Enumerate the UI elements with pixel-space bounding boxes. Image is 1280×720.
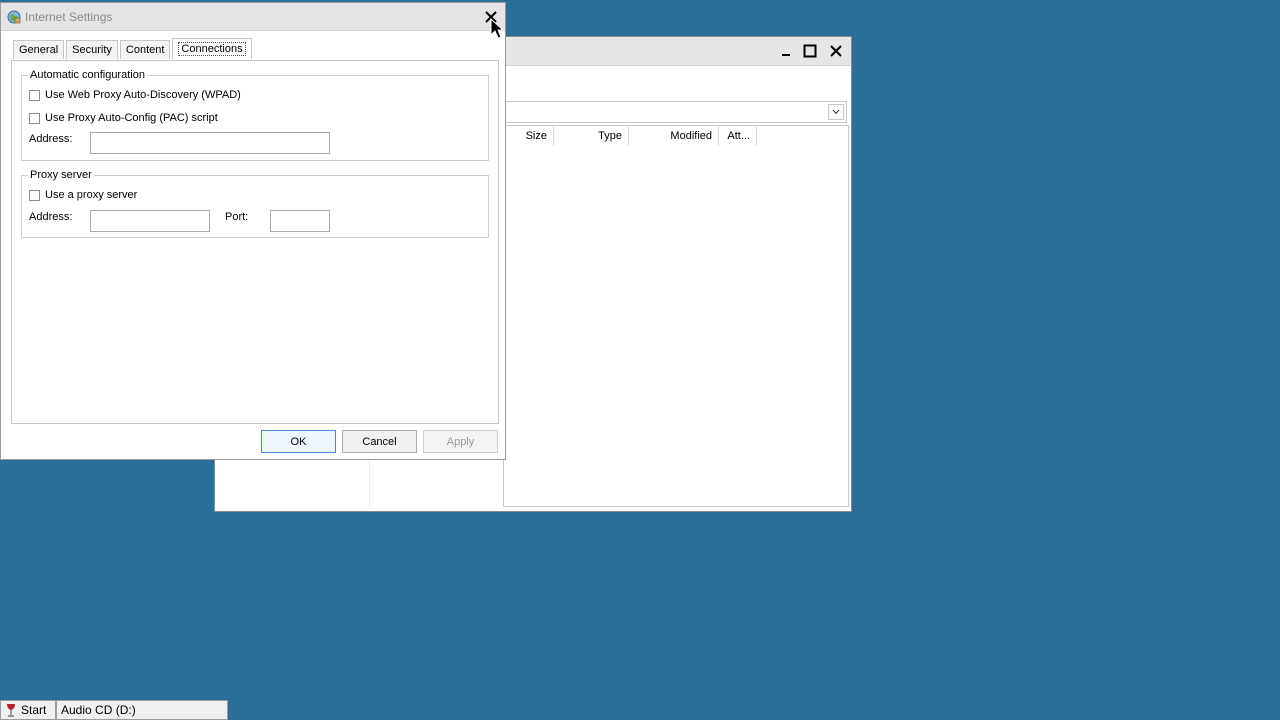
automatic-configuration-group: Automatic configuration Use Web Proxy Au…	[21, 69, 489, 161]
close-button[interactable]	[825, 41, 847, 61]
wpad-label: Use Web Proxy Auto-Discovery (WPAD)	[45, 89, 241, 101]
start-label: Start	[21, 703, 47, 717]
use-proxy-checkbox[interactable]	[29, 189, 40, 201]
proxy-address-input[interactable]	[90, 210, 210, 232]
pac-label: Use Proxy Auto-Config (PAC) script	[45, 112, 218, 124]
tab-general[interactable]: General	[13, 40, 65, 59]
wpad-option[interactable]: Use Web Proxy Auto-Discovery (WPAD)	[29, 89, 241, 101]
taskbar: Start Audio CD (D:)	[0, 700, 1280, 720]
minimize-button[interactable]	[775, 41, 797, 61]
wpad-checkbox[interactable]	[29, 89, 40, 101]
ok-button[interactable]: OK	[261, 430, 336, 453]
column-header-size[interactable]: Size	[504, 126, 554, 146]
pac-checkbox[interactable]	[29, 112, 40, 124]
tab-content-label: Content	[125, 44, 165, 56]
proxy-server-legend: Proxy server	[28, 169, 94, 181]
pac-address-label: Address:	[29, 133, 73, 145]
close-icon	[830, 45, 842, 57]
tab-security-label: Security	[72, 44, 112, 56]
chevron-down-icon	[832, 109, 840, 115]
proxy-address-label: Address:	[29, 211, 73, 223]
file-list-header: Size Type Modified Att...	[504, 126, 848, 146]
address-bar[interactable]	[503, 101, 847, 123]
pac-address-input[interactable]	[90, 132, 330, 154]
wine-glass-icon	[7, 704, 15, 717]
dialog-titlebar[interactable]: Internet Settings	[1, 3, 505, 31]
connections-panel: Automatic configuration Use Web Proxy Au…	[11, 60, 499, 424]
proxy-port-label: Port:	[225, 211, 249, 223]
minimize-icon	[782, 54, 790, 56]
apply-button[interactable]: Apply	[423, 430, 498, 453]
column-header-type[interactable]: Type	[554, 126, 629, 146]
file-list[interactable]: Size Type Modified Att...	[503, 125, 849, 507]
tab-connections[interactable]: Connections	[172, 38, 252, 59]
use-proxy-option[interactable]: Use a proxy server	[29, 189, 137, 201]
column-header-attributes[interactable]: Att...	[719, 126, 757, 146]
mouse-cursor-icon	[490, 18, 504, 39]
tab-connections-label: Connections	[178, 42, 246, 56]
automatic-configuration-legend: Automatic configuration	[28, 69, 147, 81]
internet-settings-dialog[interactable]: Internet Settings General Security Conte…	[0, 2, 506, 460]
tab-general-label: General	[19, 44, 59, 56]
cancel-button[interactable]: Cancel	[342, 430, 417, 453]
column-header-modified[interactable]: Modified	[629, 126, 719, 146]
proxy-server-group: Proxy server Use a proxy server Address:…	[21, 169, 489, 238]
maximize-icon	[803, 44, 817, 58]
tab-strip: General Security Content Connections	[13, 38, 254, 60]
internet-settings-icon	[7, 10, 21, 24]
start-button[interactable]: Start	[0, 700, 56, 720]
proxy-port-input[interactable]	[270, 210, 330, 232]
address-dropdown-button[interactable]	[828, 104, 844, 120]
use-proxy-label: Use a proxy server	[45, 189, 138, 201]
tab-content[interactable]: Content	[119, 40, 171, 59]
tab-security[interactable]: Security	[66, 40, 118, 59]
desktop: Size Type Modified Att... Internet Setti…	[0, 0, 1280, 720]
taskbar-item-audio-cd[interactable]: Audio CD (D:)	[56, 700, 228, 720]
maximize-button[interactable]	[799, 41, 821, 61]
pac-option[interactable]: Use Proxy Auto-Config (PAC) script	[29, 112, 218, 124]
dialog-title: Internet Settings	[25, 10, 113, 24]
